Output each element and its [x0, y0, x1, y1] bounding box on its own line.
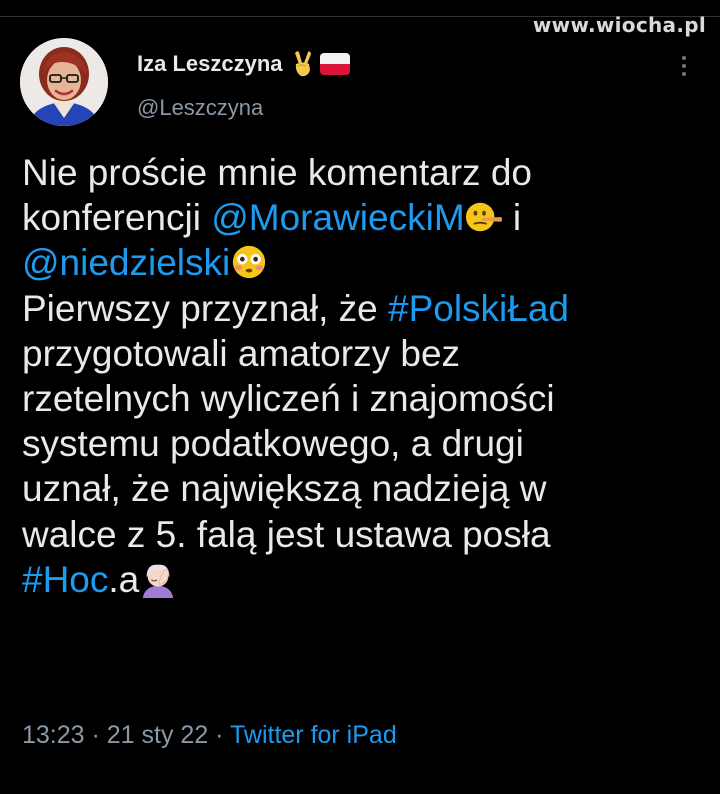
facepalm-emoji-icon [139, 559, 177, 600]
tweet-line: Nie proście mnie komentarz do [22, 150, 712, 195]
more-options-icon[interactable] [680, 56, 688, 78]
victory-hand-icon [291, 50, 313, 78]
mention-link[interactable]: @MorawieckiM [211, 197, 464, 238]
author-name[interactable]: Iza Leszczyna [137, 51, 283, 77]
hashtag-link[interactable]: #PolskiŁad [388, 288, 569, 329]
tweet-line: uznał, że największą nadzieją w [22, 466, 712, 511]
tweet-line: konferencji @MorawieckiM i [22, 195, 712, 240]
tweet-date[interactable]: 21 sty 22 [107, 721, 208, 749]
tweet-text-segment: uznał, że największą nadzieją w [22, 468, 547, 510]
mention-link[interactable]: @niedzielski [22, 242, 230, 283]
lying-face-emoji-icon [465, 197, 503, 238]
tweet-line: walce z 5. falą jest ustawa posła [22, 512, 712, 557]
hashtag-link[interactable]: #Hoc [22, 559, 108, 600]
tweet-text-segment: i [502, 197, 522, 239]
tweet-line: przygotowali amatorzy bez [22, 331, 712, 376]
tweet-line: Pierwszy przyznał, że #PolskiŁad [22, 286, 712, 331]
meta-separator: · [208, 721, 230, 749]
tweet-text-segment: konferencji [22, 197, 212, 239]
poland-flag-icon [319, 53, 350, 75]
watermark: www.wiocha.pl [532, 13, 706, 37]
tweet-text-segment: Pierwszy przyznał, że [22, 287, 388, 329]
tweet-source-link[interactable]: Twitter for iPad [230, 721, 397, 749]
tweet-meta: 13:23 · 21 sty 22 · Twitter for iPad [22, 721, 397, 750]
tweet-text: Nie proście mnie komentarz do konferencji… [22, 150, 712, 602]
tweet-text-segment: rzetelnych wyliczeń i znajomości [22, 378, 555, 420]
author-row: Iza Leszczyna [137, 50, 350, 78]
tweet-text-segment: walce z 5. falą jest ustawa posła [22, 513, 551, 555]
tweet-time[interactable]: 13:23 [22, 721, 85, 749]
tweet-text-segment: przygotowali amatorzy bez [22, 332, 461, 374]
meta-separator: · [84, 721, 107, 749]
avatar[interactable] [20, 38, 108, 126]
tweet-text-segment: .a [108, 558, 140, 600]
tweet-text-segment: systemu podatkowego, a drugi [22, 423, 524, 465]
tweet-text-segment: Nie proście mnie komentarz do [22, 152, 532, 193]
author-handle[interactable]: @Leszczyna [137, 95, 263, 121]
tweet-line: systemu podatkowego, a drugi [22, 421, 712, 466]
flushed-face-emoji-icon [230, 242, 268, 283]
tweet-line: rzetelnych wyliczeń i znajomości [22, 376, 712, 421]
tweet-line: @niedzielski [22, 240, 712, 285]
tweet-line: #Hoc.a [22, 557, 712, 602]
